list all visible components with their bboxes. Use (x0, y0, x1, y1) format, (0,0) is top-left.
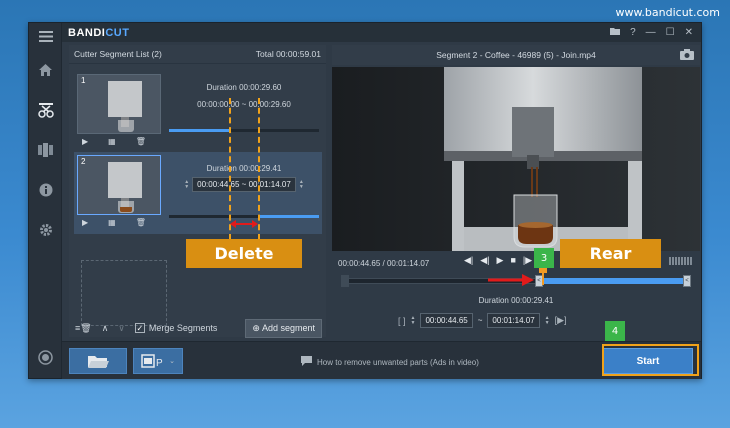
trash-icon[interactable]: 🗑︎ (136, 218, 146, 227)
merge-segments-toggle[interactable]: ✓ Merge Segments (134, 323, 217, 334)
stepper-arrows-icon[interactable]: ▲ ▼ (184, 179, 189, 190)
segment-item[interactable]: 1 ▶ ▦ 🗑︎ Duration 00:00:29.60 00:00:00.0… (74, 71, 322, 153)
segment-progress (169, 215, 319, 218)
svg-text:P: P (156, 358, 163, 368)
cut-icon[interactable] (37, 101, 54, 118)
chat-icon (301, 356, 312, 368)
menu-icon[interactable] (37, 28, 54, 45)
segment-number: 2 (81, 157, 86, 166)
grid-icon[interactable]: ▦ (108, 137, 116, 146)
site-url: www.bandicut.com (615, 6, 720, 19)
annotation-dashed-line (258, 98, 260, 240)
range-end-handle[interactable]: < (683, 275, 691, 287)
segment-duration: Duration 00:00:29.41 (206, 164, 282, 173)
help-tip[interactable]: How to remove unwanted parts (Ads in vid… (301, 356, 479, 368)
home-icon[interactable] (37, 61, 54, 78)
segment-start-field[interactable]: 00:00:44.65 ~ 00:01:14.07 (192, 177, 296, 192)
segment-list-footer: ≡🗑︎ ∧ ∨ ✓ Merge Segments ⊕ Add segment (69, 317, 326, 339)
close-icon[interactable]: ✕ (685, 27, 693, 38)
play-icon[interactable]: ▶ (82, 137, 88, 146)
set-end-icon[interactable]: [▶] (555, 315, 567, 326)
info-icon[interactable] (37, 181, 54, 198)
video-preview[interactable] (332, 67, 700, 251)
next-frame-icon[interactable]: |▶ (523, 255, 532, 266)
range-editor[interactable]: [ ] ▲ ▼ 00:00:44.65 ~ 00:01:14.07 ▲ ▼ [▶] (398, 313, 567, 328)
grid-icon[interactable]: ▦ (108, 218, 116, 227)
delete-annotation: Delete (186, 239, 302, 268)
add-segment-button[interactable]: ⊕ Add segment (245, 318, 322, 338)
double-arrow-icon (230, 220, 258, 228)
play-icon[interactable]: ▶ (497, 255, 504, 266)
video-title: Segment 2 - Coffee - 46989 (5) - Join.mp… (436, 50, 596, 60)
stop-icon[interactable]: ■ (510, 255, 515, 266)
segment-item-selected[interactable]: 2 ▶ ▦ 🗑︎ Duration 00:00:29.41 ▲ ▼ 00:00:4… (74, 152, 322, 234)
stepper-arrows-icon[interactable]: ▲ ▼ (545, 315, 550, 326)
step-back-icon[interactable]: ◀| (480, 255, 489, 266)
trash-icon[interactable]: 🗑︎ (136, 137, 146, 146)
minimize-icon[interactable]: — (646, 27, 656, 38)
folder-icon[interactable] (610, 27, 621, 38)
step-badge-3: 3 (534, 248, 554, 268)
dropdown-chevron-icon[interactable]: ⌄ (169, 357, 175, 365)
camera-icon[interactable] (680, 48, 694, 60)
play-icon[interactable]: ▶ (82, 218, 88, 227)
segment-list-title: Cutter Segment List (2) (74, 49, 162, 59)
chevron-down-icon[interactable]: ∨ (118, 323, 125, 334)
segment-thumbnail[interactable]: 1 (77, 74, 161, 134)
segment-number: 1 (81, 76, 86, 85)
maximize-icon[interactable]: ☐ (666, 27, 675, 38)
set-start-icon[interactable]: [ ] (398, 316, 406, 326)
segment-thumbnail[interactable]: 2 (77, 155, 161, 215)
start-handle-left[interactable] (341, 275, 349, 287)
app-logo: BANDICUT (68, 26, 130, 39)
prev-frame-icon[interactable]: ◀| (464, 255, 473, 266)
plus-icon: ⊕ (252, 322, 262, 333)
output-settings-button[interactable]: P ⌄ (133, 348, 183, 374)
step-badge-4: 4 (605, 321, 625, 341)
range-duration: Duration 00:00:29.41 (478, 296, 554, 305)
total-duration: Total 00:00:59.01 (255, 49, 321, 59)
segment-range-editor[interactable]: ▲ ▼ 00:00:44.65 ~ 00:01:14.07 ▲ ▼ (170, 177, 318, 192)
right-arrow-icon (488, 274, 534, 286)
record-icon[interactable] (37, 349, 54, 366)
range-separator: ~ (477, 316, 483, 325)
volume-slider[interactable] (669, 257, 692, 265)
sidebar (29, 23, 62, 378)
merge-checkbox[interactable]: ✓ (134, 323, 145, 334)
list-delete-icon[interactable]: ≡🗑︎ (75, 323, 92, 334)
segment-range: 00:00:00.00 ~ 00:00:29.60 (197, 100, 291, 109)
help-icon[interactable]: ? (630, 27, 636, 38)
title-bar: BANDICUT ? — ☐ ✕ (62, 23, 701, 42)
segment-duration: Duration 00:00:29.60 (206, 83, 282, 92)
app-window: BANDICUT ? — ☐ ✕ Cutter Segment List (2)… (28, 22, 702, 379)
start-highlight (602, 344, 699, 376)
stepper-arrows-icon[interactable]: ▲ ▼ (411, 315, 416, 326)
range-end-field[interactable]: 00:01:14.07 (487, 313, 540, 328)
segment-list-panel: Cutter Segment List (2) Total 00:00:59.0… (69, 45, 326, 337)
open-folder-icon (88, 356, 109, 368)
film-icon: P (141, 354, 163, 368)
segment-progress (169, 129, 319, 132)
playhead[interactable] (539, 268, 547, 285)
join-icon[interactable] (37, 141, 54, 158)
rear-annotation: Rear (560, 239, 661, 268)
settings-icon[interactable] (37, 221, 54, 238)
chevron-up-icon[interactable]: ∧ (102, 323, 109, 334)
stepper-arrows-icon[interactable]: ▲ ▼ (299, 179, 304, 190)
open-file-button[interactable] (69, 348, 127, 374)
video-frame-image (332, 67, 700, 251)
selected-range (539, 278, 691, 284)
range-start-field[interactable]: 00:00:44.65 (420, 313, 473, 328)
video-title-bar: Segment 2 - Coffee - 46989 (5) - Join.mp… (332, 45, 700, 65)
current-time-readout: 00:00:44.65 / 00:01:14.07 (338, 259, 430, 268)
